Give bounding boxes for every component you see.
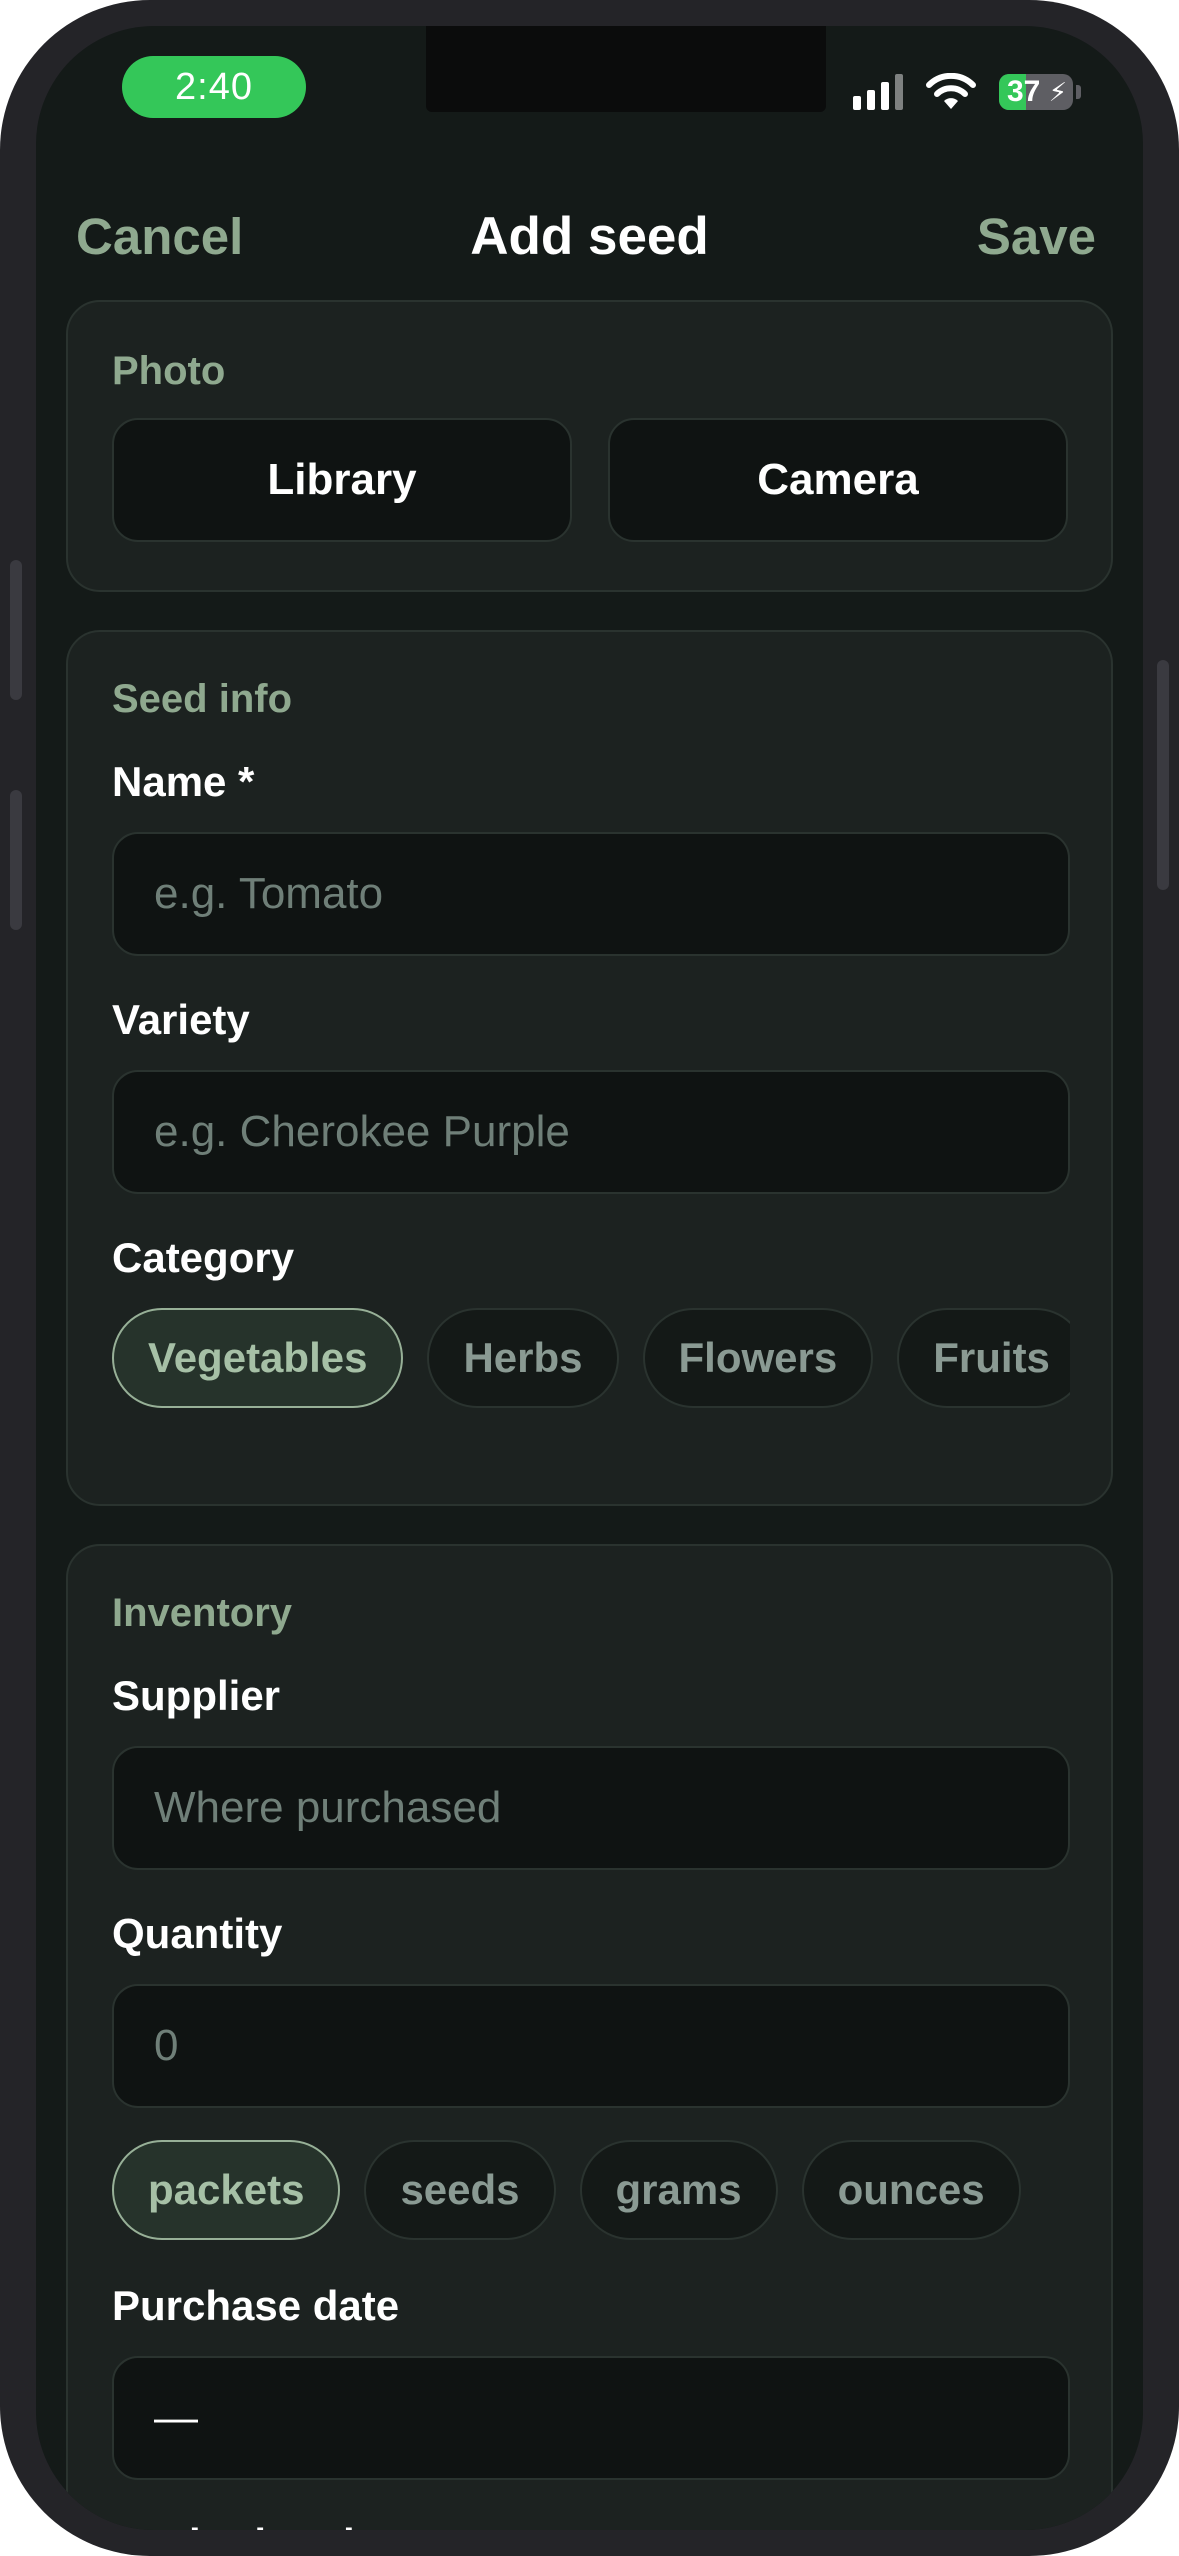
name-label: Name *: [112, 758, 255, 805]
camera-button[interactable]: Camera: [608, 418, 1068, 542]
photo-card: Photo Library Camera: [66, 300, 1113, 592]
variety-label: Variety: [112, 996, 250, 1043]
camera-notch: [426, 26, 826, 112]
supplier-input[interactable]: Where purchased: [112, 1746, 1070, 1870]
unit-chip-seeds[interactable]: seeds: [364, 2140, 556, 2240]
supplier-input-placeholder: Where purchased: [154, 1783, 502, 1832]
cellular-signal-icon: [853, 74, 903, 110]
cancel-button[interactable]: Cancel: [76, 206, 243, 268]
category-chip-herbs[interactable]: Herbs: [427, 1308, 619, 1408]
quantity-label: Quantity: [112, 1910, 283, 1957]
mute-switch: [10, 560, 22, 700]
unit-chip-ounces[interactable]: ounces: [801, 2140, 1021, 2240]
library-button[interactable]: Library: [112, 418, 572, 542]
unit-chip-grams[interactable]: grams: [579, 2140, 778, 2240]
seed-info-section-label: Seed info: [112, 677, 293, 721]
category-chips: Vegetables Herbs Flowers Fruits: [112, 1308, 1070, 1410]
category-label: Category: [112, 1234, 295, 1281]
battery-tip: [1076, 85, 1081, 99]
variety-input-placeholder: e.g. Cherokee Purple: [154, 1107, 570, 1156]
unit-chips: packets seeds grams ounces: [112, 2140, 1070, 2242]
purchase-date-label: Purchase date: [112, 2282, 400, 2329]
volume-buttons: [10, 790, 22, 930]
inventory-section-label: Inventory: [112, 1591, 293, 1635]
name-input[interactable]: e.g. Tomato: [112, 832, 1070, 956]
purchase-date-value: —: [154, 2393, 198, 2442]
power-button: [1157, 660, 1169, 890]
inventory-card: Inventory Supplier Where purchased Quant…: [66, 1544, 1113, 2530]
quantity-input[interactable]: 0: [112, 1984, 1070, 2108]
category-chip-flowers[interactable]: Flowers: [642, 1308, 874, 1408]
seed-info-card: Seed info Name * e.g. Tomato Variety e.g…: [66, 630, 1113, 1506]
photo-section-label: Photo: [112, 349, 226, 393]
unit-chip-packets[interactable]: packets: [112, 2140, 341, 2240]
quantity-input-placeholder: 0: [154, 2021, 179, 2070]
status-icons: 37 ⚡: [853, 70, 1081, 114]
variety-input[interactable]: e.g. Cherokee Purple: [112, 1070, 1070, 1194]
category-chip-vegetables[interactable]: Vegetables: [112, 1308, 404, 1408]
wifi-icon: [926, 73, 976, 109]
battery-charging-icon: 37 ⚡: [999, 74, 1073, 110]
battery-percent: 37: [1007, 75, 1041, 108]
charging-bolt-icon: ⚡: [1048, 77, 1067, 107]
device-frame: 2:40 37 ⚡ Cancel Add seed Save Photo Lib…: [0, 0, 1179, 2556]
supplier-label: Supplier: [112, 1672, 281, 1719]
name-input-placeholder: e.g. Tomato: [154, 869, 384, 918]
expiration-date-label: Expiration date: [112, 2518, 415, 2530]
app-screen: 2:40 37 ⚡ Cancel Add seed Save Photo Lib…: [36, 26, 1143, 2530]
category-chip-fruits[interactable]: Fruits: [897, 1308, 1070, 1408]
purchase-date-field[interactable]: —: [112, 2356, 1070, 2480]
status-time: 2:40: [122, 56, 306, 118]
save-button[interactable]: Save: [977, 206, 1096, 268]
